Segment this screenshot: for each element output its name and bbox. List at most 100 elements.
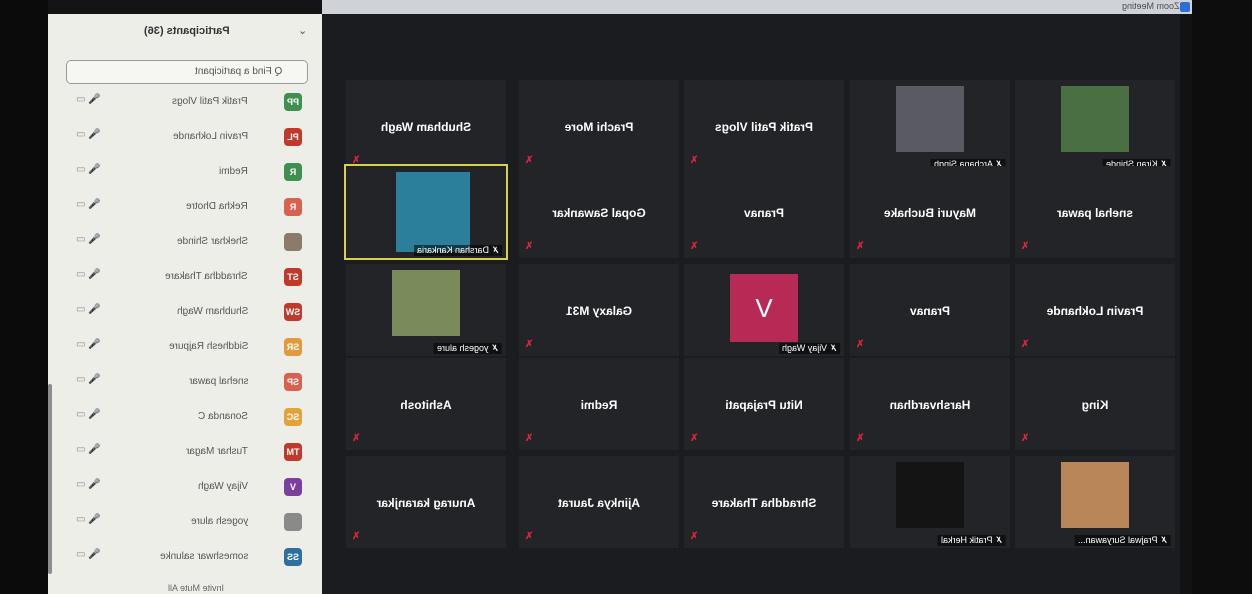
video-tile[interactable]: ✗ Darshan Kankaria (344, 164, 508, 260)
participants-title: Participants (36) (144, 25, 230, 37)
participant-avatar: R (284, 163, 302, 181)
participant-avatar: V (284, 478, 302, 496)
mic-video-status-icon[interactable]: ▭ 🎤 (76, 339, 101, 350)
participant-name: Redmi (219, 166, 248, 177)
video-tile[interactable]: ✗ Prajwal Suryawan... (1015, 456, 1175, 548)
participant-name: yogesh alure (190, 516, 248, 527)
zoom-app-icon (1180, 2, 1190, 12)
participants-header: Participants (36) ⌄ (48, 14, 322, 50)
participant-row[interactable]: ▭ 🎤 someshwar salunke SS (48, 543, 322, 573)
muted-mic-icon: ✗ (690, 433, 699, 444)
participant-row[interactable]: ▭ 🎤 Vijay Wagh V (48, 473, 322, 503)
participant-row[interactable]: ▭ 🎤 Rekha Dhotre R (48, 193, 322, 223)
video-tile[interactable]: Nitu Prajapati ✗ (684, 358, 844, 450)
tile-participant-name: Anurag karanjkar (376, 496, 476, 511)
screen-shadow (1180, 14, 1192, 594)
mic-video-status-icon[interactable]: ▭ 🎤 (76, 234, 101, 245)
participant-name: Rekha Dhotre (186, 201, 248, 212)
muted-mic-icon: ✗ (525, 241, 534, 252)
video-tile[interactable]: Mayuri Buchake ✗ (850, 166, 1010, 258)
video-tile[interactable]: Anurag karanjkar ✗ (346, 456, 506, 548)
participant-avatar: SR (284, 338, 302, 356)
tile-participant-name: Galaxy M31 (565, 304, 633, 319)
participant-avatar: ST (284, 268, 302, 286)
mic-video-status-icon[interactable]: ▭ 🎤 (76, 164, 101, 175)
video-tile[interactable]: ✗ Pratik Herkal (850, 456, 1010, 548)
video-tile[interactable]: Shubham Wagh ✗ (346, 80, 506, 172)
mic-video-status-icon[interactable]: ▭ 🎤 (76, 129, 101, 140)
mic-video-status-icon[interactable]: ▭ 🎤 (76, 374, 101, 385)
participant-name: Shubham Wagh (176, 306, 248, 317)
tile-participant-name: Ajinkya Jaurat (557, 496, 641, 511)
tile-participant-name: Pranav (743, 206, 785, 221)
video-tile[interactable]: ✗ Archana Singh (850, 80, 1010, 172)
video-tile[interactable]: Gopal Sawankar ✗ (519, 166, 679, 258)
window-title: Zoom Meeting (1122, 1, 1180, 11)
participant-avatar (284, 513, 302, 531)
mic-video-status-icon[interactable]: ▭ 🎤 (76, 94, 101, 105)
participant-row[interactable]: ▭ 🎤 Shraddha Thakare ST (48, 263, 322, 293)
muted-mic-icon: ✗ (856, 241, 865, 252)
video-tile[interactable]: Prachi More ✗ (519, 80, 679, 172)
participant-row[interactable]: ▭ 🎤 Tushar Magar TM (48, 438, 322, 468)
muted-mic-icon: ✗ (690, 531, 699, 542)
chevron-down-icon[interactable]: ⌄ (298, 24, 307, 37)
muted-mic-icon: ✗ (352, 433, 361, 444)
video-tile[interactable]: Ashitosh ✗ (346, 358, 506, 450)
video-tile[interactable]: snehal pawar ✗ (1015, 166, 1175, 258)
monitor-bezel-left (0, 0, 48, 594)
video-tile[interactable]: Pranav ✗ (850, 264, 1010, 356)
tile-participant-name: Pranav (909, 304, 951, 319)
video-tile[interactable]: Galaxy M31 ✗ (519, 264, 679, 356)
video-tile[interactable]: ✗ Kiran Shinde (1015, 80, 1175, 172)
mic-video-status-icon[interactable]: ▭ 🎤 (76, 479, 101, 490)
participant-name: Tushar Magar (186, 446, 248, 457)
video-tile[interactable]: Harshvardhan ✗ (850, 358, 1010, 450)
participant-row[interactable]: ▭ 🎤 Shekhar Shinde (48, 228, 322, 258)
video-name-tag: ✗ Pratik Herkal (938, 535, 1006, 546)
camera-video-feed (896, 86, 964, 152)
mic-video-status-icon[interactable]: ▭ 🎤 (76, 409, 101, 420)
participant-name: snehal pawar (188, 376, 248, 387)
video-tile[interactable]: Pravin Lokhande ✗ (1015, 264, 1175, 356)
video-tile[interactable]: Pranav ✗ (684, 166, 844, 258)
participant-row[interactable]: ▭ 🎤 snehal pawar SP (48, 368, 322, 398)
video-tile[interactable]: V ✗ Vijay Wagh (684, 264, 844, 356)
video-tile[interactable]: Ajinkya Jaurat ✗ (519, 456, 679, 548)
mic-video-status-icon[interactable]: ▭ 🎤 (76, 444, 101, 455)
tile-participant-name: Gopal Sawankar (552, 206, 646, 221)
tile-participant-name: Ashitosh (400, 398, 452, 413)
tile-participant-name: Nitu Prajapati (725, 398, 803, 413)
mic-video-status-icon[interactable]: ▭ 🎤 (76, 304, 101, 315)
muted-mic-icon: ✗ (1021, 339, 1030, 350)
video-name-tag: ✗ Darshan Kankaria (413, 245, 502, 256)
participant-row[interactable]: ▭ 🎤 yogesh alure (48, 508, 322, 538)
tile-participant-name: King (1081, 398, 1109, 413)
video-tile[interactable]: Redmi ✗ (519, 358, 679, 450)
participant-row[interactable]: ▭ 🎤 Pratik Patil Vlogs PP (48, 88, 322, 118)
participant-row[interactable]: ▭ 🎤 Sonanda C SC (48, 403, 322, 433)
participant-row[interactable]: ▭ 🎤 Shubham Wagh SW (48, 298, 322, 328)
participant-avatar: PL (284, 128, 302, 146)
camera-video-feed (1061, 86, 1129, 152)
participant-row[interactable]: ▭ 🎤 Siddhesh Rajpure SR (48, 333, 322, 363)
mic-video-status-icon[interactable]: ▭ 🎤 (76, 199, 101, 210)
participant-name: Pratik Patil Vlogs (172, 96, 248, 107)
video-tile[interactable]: King ✗ (1015, 358, 1175, 450)
participant-avatar (284, 233, 302, 251)
participant-initial-avatar: V (730, 274, 798, 342)
video-tile[interactable]: ✗ yogesh alure (346, 264, 506, 356)
mic-video-status-icon[interactable]: ▭ 🎤 (76, 269, 101, 280)
participants-footer[interactable]: Invite Mute All (168, 583, 224, 593)
participant-search-input[interactable]: Q Find a participant (66, 60, 308, 84)
mic-video-status-icon[interactable]: ▭ 🎤 (76, 549, 101, 560)
participant-avatar: SS (284, 548, 302, 566)
tile-participant-name: Shraddha Thakare (711, 496, 817, 511)
video-tile[interactable]: Pratik Patil Vlogs ✗ (684, 80, 844, 172)
participant-row[interactable]: ▭ 🎤 Redmi R (48, 158, 322, 188)
tile-participant-name: Redmi (580, 398, 618, 413)
video-tile[interactable]: Shraddha Thakare ✗ (684, 456, 844, 548)
mic-video-status-icon[interactable]: ▭ 🎤 (76, 514, 101, 525)
participant-row[interactable]: ▭ 🎤 Pravin Lokhande PL (48, 123, 322, 153)
participant-name: Vijay Wagh (197, 481, 248, 492)
